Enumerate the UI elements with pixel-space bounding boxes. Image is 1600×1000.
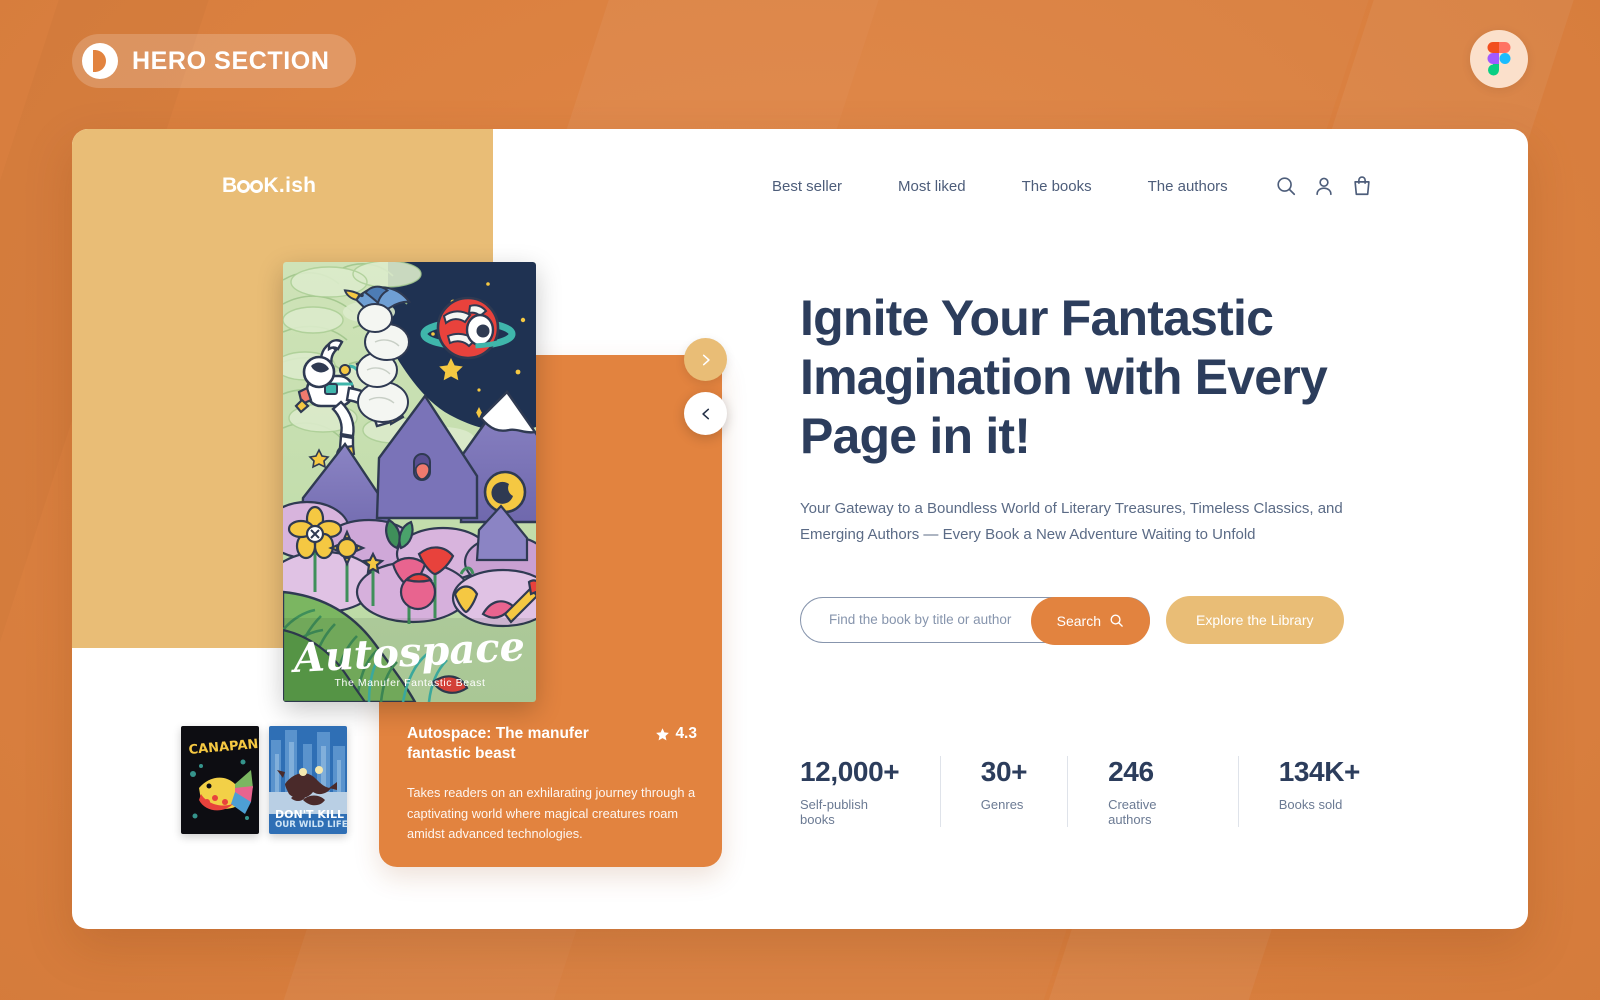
site-logo-prefix: B [222, 174, 238, 197]
svg-text:The Manufer Fantastic Beast: The Manufer Fantastic Beast [334, 677, 485, 689]
logo-ring-icon [250, 180, 264, 193]
featured-book-info: Autospace: The manufer fantastic beast 4… [407, 724, 697, 845]
search-field-wrapper: Search [800, 596, 1150, 645]
stat-label: Self-publish books [800, 796, 868, 827]
featured-book-cover[interactable]: Autospace The Manufer Fantastic Beast [283, 262, 536, 702]
stat-label: Creative authors [1108, 796, 1157, 827]
stat-item: 30+ Genres [939, 755, 1067, 827]
stat-item: 246 Creative authors [1067, 755, 1238, 827]
site-logo-suffix: K.ish [263, 174, 317, 197]
hero-actions: Search Explore the Library [800, 595, 1400, 645]
pitch-p-logo-icon [82, 43, 118, 79]
stat-value: 12,000+ [800, 755, 900, 787]
featured-book-rating-value: 4.3 [675, 725, 697, 742]
featured-book-rating: 4.3 [655, 724, 697, 743]
hero-section-badge: HERO SECTION [72, 34, 356, 88]
featured-book-title: Autospace: The manufer fantastic beast [407, 725, 589, 763]
search-input[interactable] [801, 612, 1021, 628]
stat-value: 246 [1108, 755, 1154, 787]
list-item[interactable]: CANAPANK [181, 726, 259, 834]
chevron-left-icon [701, 408, 709, 419]
search-button-label: Search [1056, 612, 1101, 629]
search-icon [1110, 614, 1123, 627]
svg-text:OUR WILD LIFE: OUR WILD LIFE [275, 820, 347, 830]
nav-item-most-liked[interactable]: Most liked [898, 178, 966, 195]
stats-row: 12,000+ Self-publish books 30+ Genres 24… [800, 755, 1400, 827]
hero-content: Ignite Your Fantastic Imagination with E… [800, 289, 1400, 827]
nav-item-the-books[interactable]: The books [1022, 178, 1092, 195]
nav-item-the-authors[interactable]: The authors [1148, 178, 1228, 195]
nav-links: Best seller Most liked The books The aut… [772, 178, 1228, 195]
stat-label: Genres [980, 796, 1024, 812]
chevron-right-icon [702, 354, 710, 365]
page-title: Ignite Your Fantastic Imagination with E… [800, 290, 1328, 464]
stat-item: 12,000+ Self-publish books [800, 756, 940, 827]
star-icon [656, 727, 670, 740]
stat-value: 134K+ [1278, 755, 1361, 787]
search-button[interactable]: Search [1030, 596, 1150, 645]
stat-item: 134K+ Books sold [1237, 755, 1400, 827]
explore-library-button[interactable]: Explore the Library [1166, 595, 1344, 644]
logo-ring-icon [237, 180, 251, 193]
site-logo[interactable]: B K.ish [222, 174, 316, 198]
nav-item-best-seller[interactable]: Best seller [772, 178, 842, 195]
stat-label: Books sold [1278, 796, 1343, 812]
user-account-icon[interactable] [1313, 175, 1335, 197]
carousel-next-button[interactable] [684, 338, 727, 381]
figma-logo-icon[interactable] [1470, 30, 1528, 88]
featured-book-description: Takes readers on an exhilarating journey… [407, 784, 696, 842]
website-preview-card: B K.ish Best seller Most liked The books … [72, 129, 1528, 929]
stat-value: 30+ [980, 755, 1028, 787]
hero-section-badge-label: HERO SECTION [132, 46, 330, 75]
search-icon[interactable] [1275, 175, 1297, 197]
carousel-prev-button[interactable] [684, 392, 727, 435]
list-item[interactable]: DON'T KILL OUR WILD LIFE [269, 726, 347, 834]
book-thumbnail-list: CANAPANK DON'T KILL OUR WILD LIFE [181, 726, 347, 834]
main-navigation: Best seller Most liked The books The aut… [772, 175, 1373, 197]
nav-icon-group [1275, 175, 1373, 197]
shopping-bag-icon[interactable] [1351, 175, 1373, 197]
hero-subtitle: Your Gateway to a Boundless World of Lit… [800, 500, 1343, 543]
